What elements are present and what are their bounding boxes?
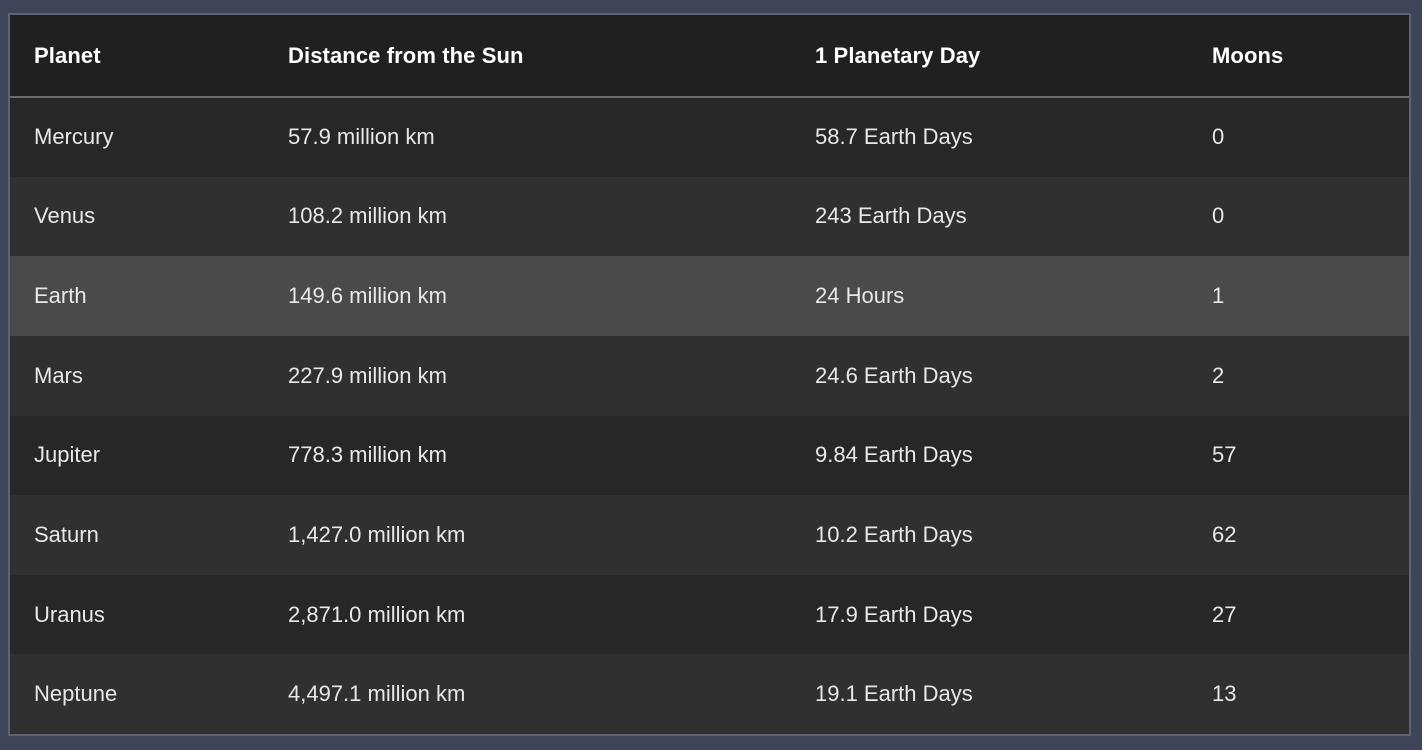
cell-planet: Mars: [34, 362, 83, 388]
planet-table: Planet Distance from the Sun 1 Planetary…: [10, 15, 1409, 734]
cell-planetary-day: 243 Earth Days: [815, 203, 967, 229]
cell-planetary-day: 10.2 Earth Days: [815, 521, 973, 547]
table-header: Planet Distance from the Sun 1 Planetary…: [10, 15, 1409, 98]
table-row-hovered[interactable]: Earth 149.6 million km 24 Hours 1: [10, 256, 1409, 336]
cell-distance: 1,427.0 million km: [288, 521, 466, 547]
table-row[interactable]: Jupiter 778.3 million km 9.84 Earth Days…: [10, 415, 1409, 496]
cell-distance: 4,497.1 million km: [288, 681, 466, 707]
cell-distance: 2,871.0 million km: [288, 601, 466, 627]
cell-moons: 0: [1212, 124, 1225, 150]
column-header-planet[interactable]: Planet: [10, 15, 288, 98]
cell-planet: Uranus: [34, 601, 105, 627]
cell-planet: Earth: [34, 283, 87, 309]
cell-planet: Saturn: [34, 521, 99, 547]
cell-distance: 108.2 million km: [288, 203, 447, 229]
table-row[interactable]: Uranus 2,871.0 million km 17.9 Earth Day…: [10, 574, 1409, 655]
table-row[interactable]: Venus 108.2 million km 243 Earth Days 0: [10, 176, 1409, 257]
planet-table-container: Planet Distance from the Sun 1 Planetary…: [8, 13, 1411, 736]
cell-distance: 778.3 million km: [288, 442, 447, 468]
cell-moons: 27: [1212, 601, 1237, 627]
column-header-planetary-day[interactable]: 1 Planetary Day: [815, 15, 1212, 98]
cell-planet: Jupiter: [34, 442, 101, 468]
column-header-moons[interactable]: Moons: [1212, 15, 1409, 98]
cell-planetary-day: 58.7 Earth Days: [815, 124, 973, 150]
cell-moons: 1: [1212, 283, 1225, 309]
table-row[interactable]: Neptune 4,497.1 million km 19.1 Earth Da…: [10, 654, 1409, 734]
header-row: Planet Distance from the Sun 1 Planetary…: [10, 15, 1409, 98]
table-body: Mercury 57.9 million km 58.7 Earth Days …: [10, 97, 1409, 734]
table-row[interactable]: Saturn 1,427.0 million km 10.2 Earth Day…: [10, 495, 1409, 575]
cell-planet: Venus: [34, 203, 96, 229]
cell-planet: Mercury: [34, 124, 114, 150]
column-header-distance[interactable]: Distance from the Sun: [288, 15, 815, 98]
cell-moons: 57: [1212, 442, 1237, 468]
cell-planetary-day: 24.6 Earth Days: [815, 362, 973, 388]
cell-distance: 149.6 million km: [288, 283, 447, 309]
cell-distance: 57.9 million km: [288, 124, 435, 150]
cell-moons: 0: [1212, 203, 1225, 229]
cell-moons: 13: [1212, 681, 1237, 707]
cell-planetary-day: 24 Hours: [815, 283, 905, 309]
cell-planet: Neptune: [34, 681, 118, 707]
cell-distance: 227.9 million km: [288, 362, 447, 388]
cell-moons: 62: [1212, 521, 1237, 547]
table-row[interactable]: Mars 227.9 million km 24.6 Earth Days 2: [10, 335, 1409, 416]
cell-planetary-day: 19.1 Earth Days: [815, 681, 973, 707]
cell-planetary-day: 17.9 Earth Days: [815, 601, 973, 627]
table-row[interactable]: Mercury 57.9 million km 58.7 Earth Days …: [10, 97, 1409, 177]
cell-moons: 2: [1212, 362, 1225, 388]
cell-planetary-day: 9.84 Earth Days: [815, 442, 973, 468]
